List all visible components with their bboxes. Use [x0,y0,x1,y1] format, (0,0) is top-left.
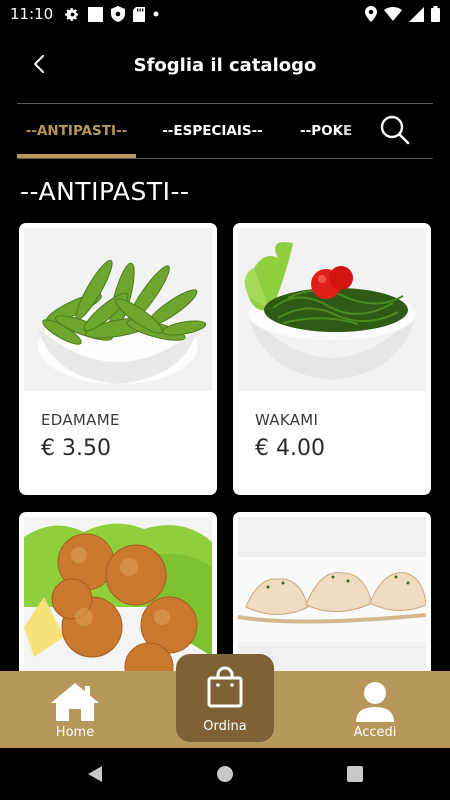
category-tabs: --ANTIPASTI-- --ESPECIAIS-- --POKE [17,104,433,158]
top-app-bar: Sfoglia il catalogo [0,40,450,90]
status-time: 11:10 [10,5,54,23]
wakame-salad-photo [238,228,426,391]
nav-home[interactable]: Home [20,671,130,748]
product-name: EDAMAME [41,411,120,429]
nav-order-button[interactable]: Ordina [176,654,274,742]
location-icon [365,6,377,22]
edamame-photo [24,228,212,391]
product-card-edamame[interactable]: EDAMAME € 3.50 [19,223,217,495]
nav-login-label: Accedi [353,725,397,740]
user-icon [355,681,395,723]
product-card-wakami[interactable]: WAKAMI € 4.00 [233,223,431,495]
nav-home-label: Home [55,725,95,740]
product-name: WAKAMI [255,411,319,429]
product-price: € 4.00 [255,436,325,461]
tab-especiais[interactable]: --ESPECIAIS-- [145,104,280,158]
tab-antipasti[interactable]: --ANTIPASTI-- [17,104,136,158]
search-icon [379,114,411,151]
tabs-divider [17,158,433,159]
back-button[interactable] [26,53,52,79]
tab-poke[interactable]: --POKE [300,104,380,158]
system-home-button[interactable] [215,764,235,784]
battery-icon [431,6,440,22]
dot-icon [153,11,159,17]
nav-order-label: Ordina [203,719,247,734]
signal-icon [409,6,424,22]
wifi-icon [384,7,402,21]
tab-label: --ESPECIAIS-- [162,123,263,139]
status-bar: 11:10 [0,0,450,28]
system-recents-button[interactable] [345,764,365,784]
home-icon [49,681,101,723]
status-right-icons [365,6,440,22]
search-button[interactable] [377,114,413,150]
status-left-icons [65,6,159,22]
system-back-button[interactable] [85,764,105,784]
chevron-left-icon [32,54,46,79]
tab-label: --POKE [300,123,353,139]
sd-card-icon [133,6,146,22]
page-title: Sfoglia il catalogo [133,54,317,76]
system-navigation-bar [0,748,450,800]
settings-icon [65,7,80,22]
product-price: € 3.50 [41,436,111,461]
white-square-icon [88,6,104,22]
shield-icon [111,6,126,22]
section-heading: --ANTIPASTI-- [20,177,190,206]
tab-label: --ANTIPASTI-- [25,123,128,139]
nav-login[interactable]: Accedi [320,671,430,748]
shopping-bag-icon [206,666,244,713]
